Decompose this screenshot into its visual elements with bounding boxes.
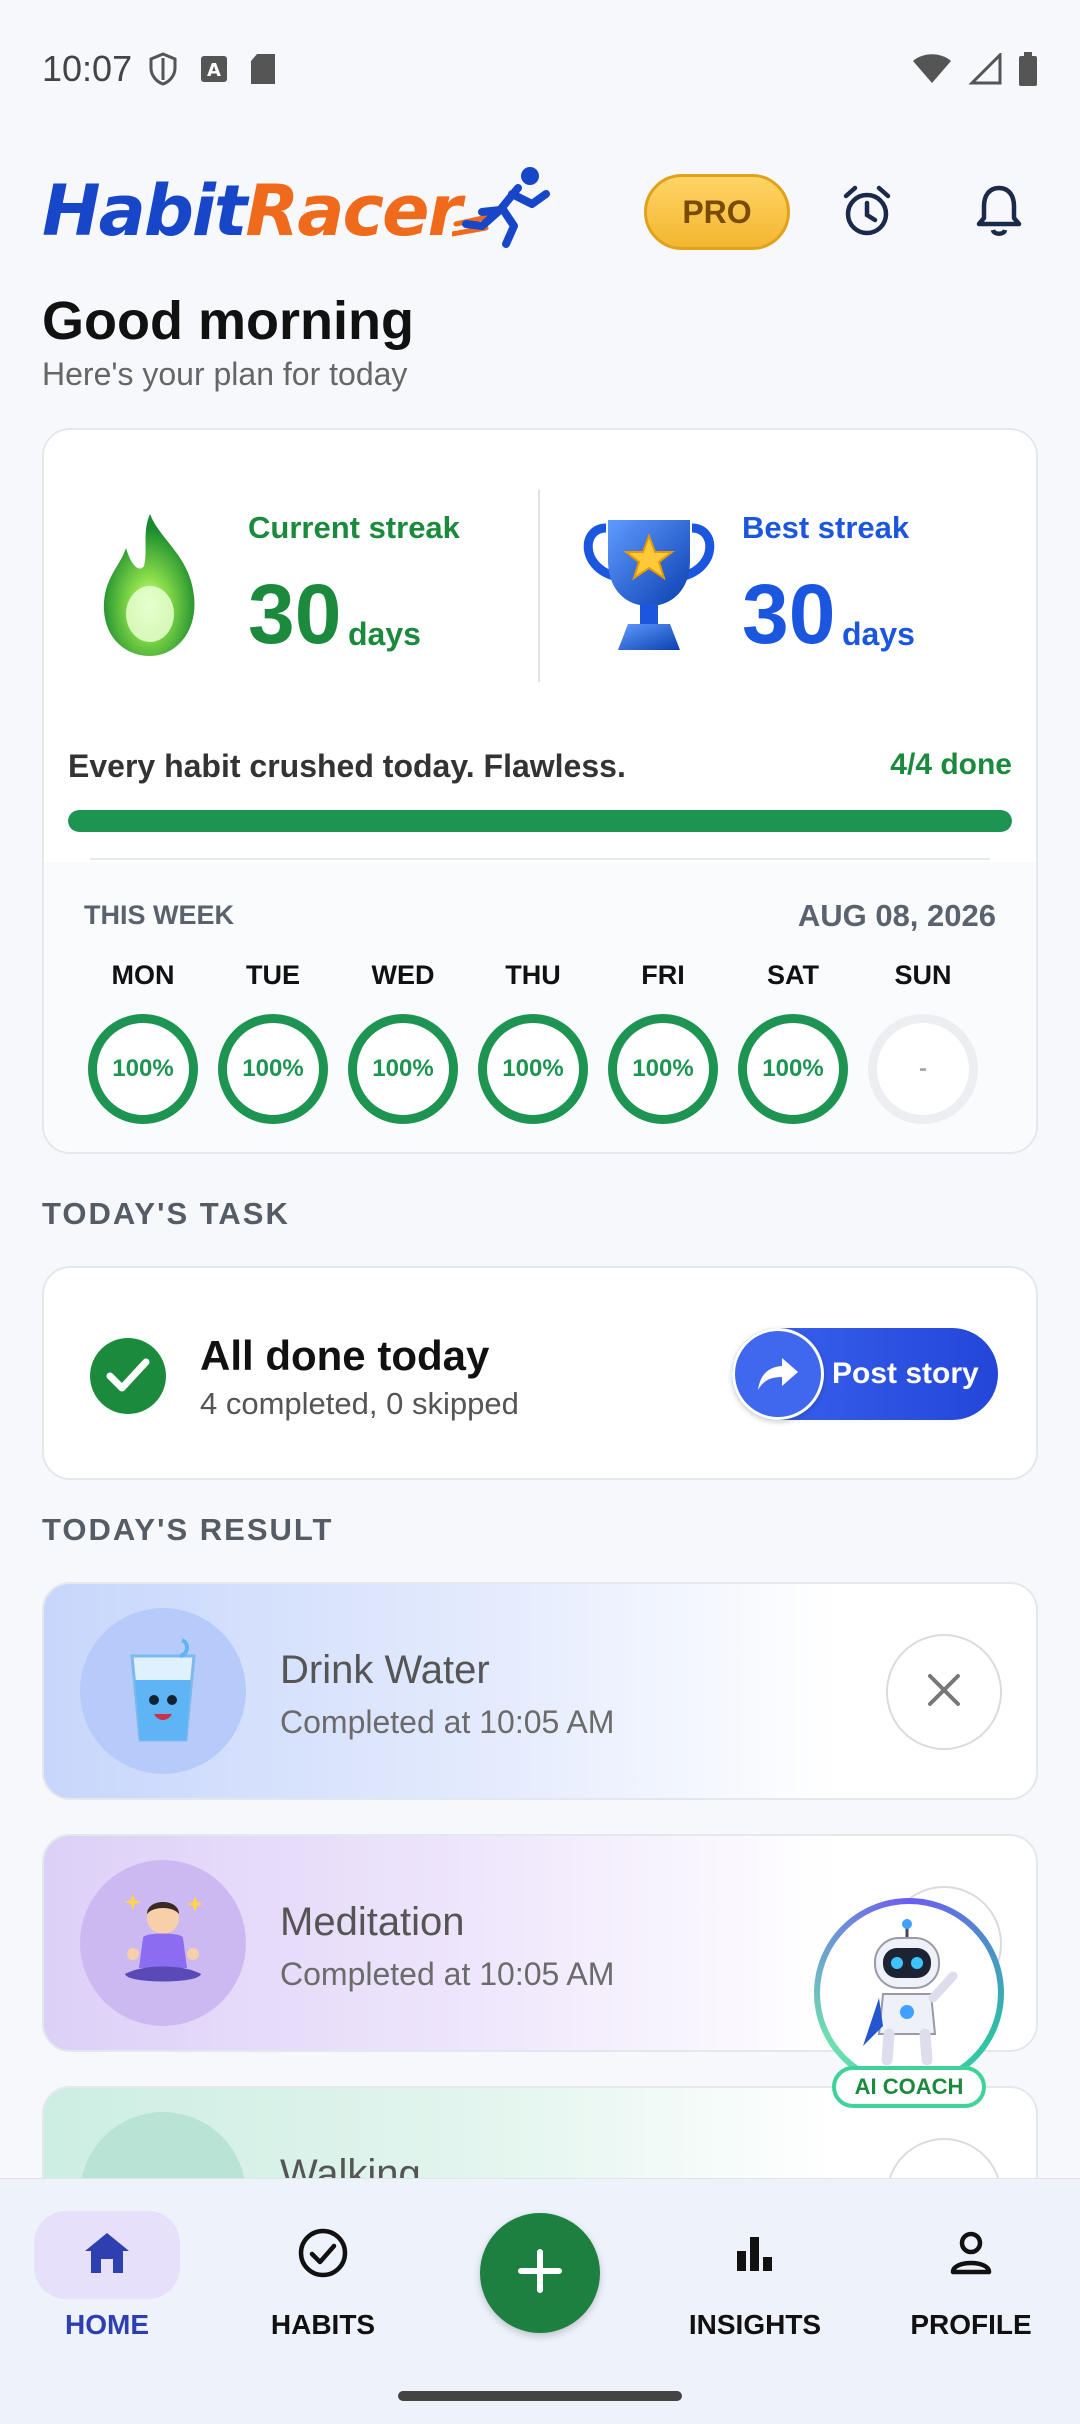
nav-profile[interactable]: PROFILE [896,2211,1046,2341]
nav-label: PROFILE [910,2309,1032,2340]
day-wed[interactable]: WED 100% [348,960,458,1124]
task-subtitle: 4 completed, 0 skipped [200,1386,519,1421]
week-days: MON 100% TUE 100% WED 100% THU 100% FRI 100% … [88,960,978,1124]
nav-habits[interactable]: HABITS [248,2211,398,2341]
greeting-subtitle: Here's your plan for today [42,356,408,392]
divider [90,858,990,860]
day-fri[interactable]: FRI 100% [608,960,718,1124]
status-bar: 10:07 A [0,0,1080,140]
wifi-icon [912,53,952,90]
battery-icon [1018,52,1038,91]
day-progress-ring: 100% [218,1014,328,1124]
day-label: TUE [246,960,300,990]
progress-bar-fill [68,810,1012,832]
day-progress-ring: 100% [348,1014,458,1124]
day-sun[interactable]: SUN - [868,960,978,1124]
trophy-icon [574,510,724,665]
app-logo: HabitRacer [42,170,462,252]
day-label: MON [111,960,175,990]
water-glass-icon [80,1608,246,1774]
current-streak-label: Current streak [248,510,460,545]
day-label: SAT [767,960,819,990]
app-header: HabitRacer PRO [42,160,1038,270]
home-icon [83,2231,131,2280]
week-label: THIS WEEK [84,900,235,930]
nav-insights[interactable]: INSIGHTS [680,2211,830,2341]
ai-coach-button[interactable]: AI COACH [814,1898,1004,2108]
habit-name: Drink Water [280,1648,490,1692]
section-title-today-result: TODAY'S RESULT [42,1512,334,1547]
home-indicator[interactable] [398,2391,682,2401]
robot-icon [820,1904,998,2082]
sd-card-icon [250,53,276,90]
habit-status: Completed at 10:05 AM [280,1956,615,1992]
streak-card: Current streak 30 days Best streak 30 da… [42,428,1038,1154]
check-circle-icon [90,1338,166,1414]
week-date: AUG 08, 2026 [797,898,996,933]
day-progress-ring: 100% [738,1014,848,1124]
remove-button[interactable] [886,1634,1002,1750]
add-habit-button[interactable] [480,2213,600,2333]
progress-bar [68,810,1012,832]
day-progress-ring: 100% [88,1014,198,1124]
nav-home[interactable]: HOME [32,2211,182,2341]
flame-icon [90,510,210,665]
divider [538,490,540,682]
plus-icon [517,2248,563,2299]
progress-message: Every habit crushed today. Flawless. [68,748,626,784]
post-story-label: Post story [832,1357,979,1390]
runner-logo-icon [449,164,552,253]
progress-count: 4/4 done [890,748,1012,781]
best-streak-label: Best streak [742,510,910,545]
status-time: 10:07 [42,48,133,89]
bell-icon [975,184,1023,243]
bottom-navigation: HOME HABITS INSIGHTS PROFILE [0,2178,1080,2424]
day-label: THU [505,960,561,990]
day-tue[interactable]: TUE 100% [218,960,328,1124]
day-label: FRI [641,960,685,990]
current-streak-value: 30 [248,567,342,661]
alarm-button[interactable] [832,178,902,248]
best-streak-value: 30 [742,567,836,661]
alarm-clock-icon [840,184,894,243]
notifications-button[interactable] [964,178,1034,248]
habit-name: Meditation [280,1900,465,1944]
habit-status: Completed at 10:05 AM [280,1704,615,1740]
pro-badge[interactable]: PRO [644,174,790,250]
day-label: SUN [894,960,952,990]
day-thu[interactable]: THU 100% [478,960,588,1124]
ai-coach-label: AI COACH [832,2066,986,2108]
task-title: All done today [200,1332,490,1379]
nav-label: HABITS [270,2309,376,2340]
check-circle-outline-icon [297,2227,349,2284]
person-icon [949,2230,993,2281]
close-icon [926,1672,962,1713]
day-progress-ring: - [868,1014,978,1124]
day-label: WED [371,960,435,990]
bar-chart-icon [733,2231,777,2280]
meditation-person-icon [80,1860,246,2026]
shield-icon [148,52,178,91]
share-arrow-icon [732,1328,824,1420]
day-progress-ring: 100% [608,1014,718,1124]
current-streak-unit: days [348,616,421,652]
signal-icon [968,51,1002,90]
day-mon[interactable]: MON 100% [88,960,198,1124]
greeting-title: Good morning [42,291,414,351]
nav-label: HOME [65,2309,149,2340]
day-progress-ring: 100% [478,1014,588,1124]
svg-text:A: A [207,60,221,81]
habit-card-drink-water[interactable]: Drink Water Completed at 10:05 AM [42,1582,1038,1800]
nav-label: INSIGHTS [688,2309,822,2340]
best-streak-unit: days [842,616,915,652]
font-a-icon: A [200,55,228,88]
day-sat[interactable]: SAT 100% [738,960,848,1124]
section-title-today-task: TODAY'S TASK [42,1196,290,1231]
post-story-button[interactable]: Post story [732,1328,998,1420]
today-task-card: All done today 4 completed, 0 skipped Po… [42,1266,1038,1480]
